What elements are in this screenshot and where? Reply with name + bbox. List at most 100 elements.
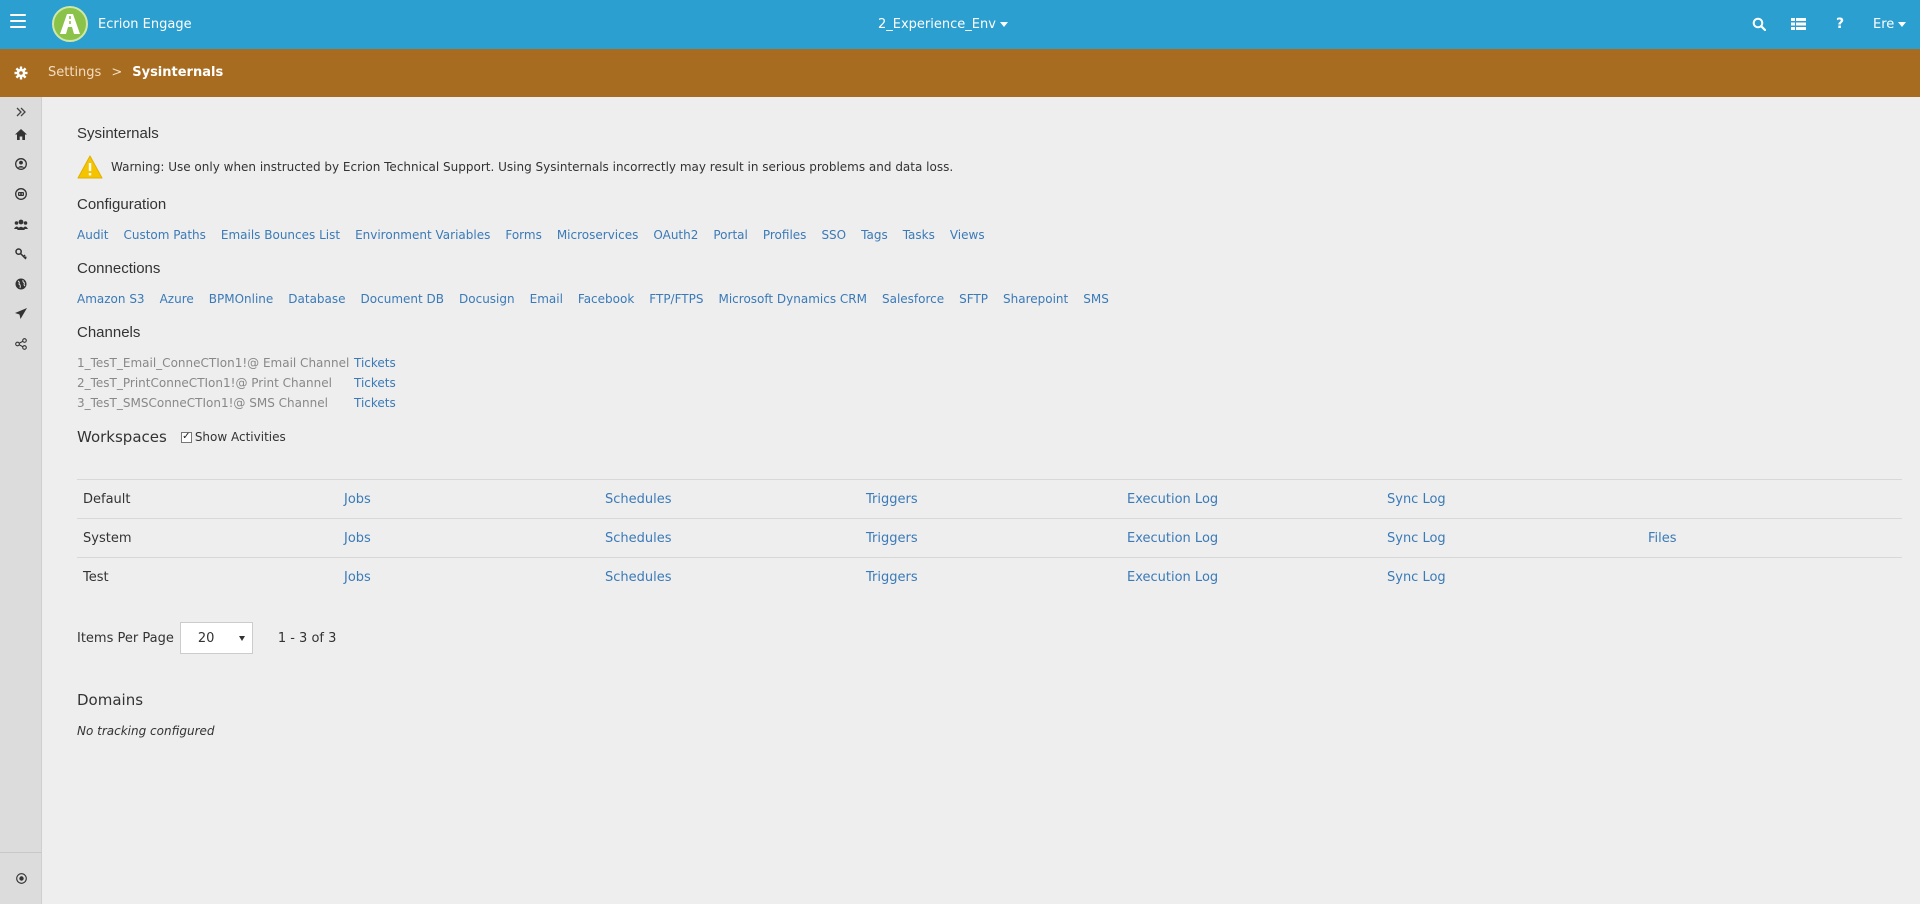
app-logo[interactable]	[52, 6, 88, 42]
connection-link-microsoft-dynamics-crm[interactable]: Microsoft Dynamics CRM	[718, 292, 866, 306]
breadcrumb-current: Sysinternals	[132, 65, 224, 80]
connection-link-amazon-s3[interactable]: Amazon S3	[77, 292, 145, 306]
show-activities-toggle[interactable]: ✓ Show Activities	[180, 430, 286, 444]
channels-title: Channels	[77, 324, 141, 341]
grid-icon[interactable]	[1788, 14, 1808, 34]
schedules-link[interactable]: Schedules	[605, 531, 672, 546]
config-link-microservices[interactable]: Microservices	[557, 228, 639, 242]
config-link-forms[interactable]: Forms	[505, 228, 541, 242]
config-link-sso[interactable]: SSO	[821, 228, 846, 242]
channel-name: 1_TesT_Email_ConneCTIon1!@ Email Channel	[77, 356, 350, 370]
warning-banner: Warning: Use only when instructed by Ecr…	[77, 154, 953, 180]
expand-icon[interactable]	[11, 102, 31, 122]
connections-links: Amazon S3 Azure BPMOnline Database Document …	[77, 292, 1124, 306]
warning-text: Warning: Use only when instructed by Ecr…	[111, 160, 954, 174]
robot-icon[interactable]	[11, 184, 31, 204]
connection-link-facebook[interactable]: Facebook	[578, 292, 634, 306]
share-icon[interactable]	[11, 334, 31, 354]
connection-link-sftp[interactable]: SFTP	[959, 292, 988, 306]
search-icon[interactable]	[1749, 14, 1769, 34]
config-link-views[interactable]: Views	[950, 228, 985, 242]
table-row: Default Jobs Schedules Triggers Executio…	[77, 480, 1902, 519]
connection-link-azure[interactable]: Azure	[160, 292, 194, 306]
connection-link-ftp-ftps[interactable]: FTP/FTPS	[649, 292, 703, 306]
items-per-page-select[interactable]: 20	[179, 622, 253, 654]
domains-empty-message: No tracking configured	[77, 724, 215, 738]
connection-link-database[interactable]: Database	[288, 292, 345, 306]
triggers-link[interactable]: Triggers	[866, 570, 918, 585]
config-link-environment-variables[interactable]: Environment Variables	[355, 228, 490, 242]
users-icon[interactable]	[11, 214, 31, 234]
connection-link-bpmonline[interactable]: BPMOnline	[209, 292, 274, 306]
gear-icon[interactable]	[12, 64, 30, 82]
channel-tickets-link[interactable]: Tickets	[354, 396, 396, 410]
sidebar	[0, 97, 42, 904]
config-link-profiles[interactable]: Profiles	[763, 228, 807, 242]
config-link-tags[interactable]: Tags	[861, 228, 888, 242]
workspace-name: Default	[83, 492, 131, 507]
configuration-title: Configuration	[77, 196, 167, 213]
menu-icon[interactable]	[10, 14, 26, 28]
table-row: System Jobs Schedules Triggers Execution…	[77, 519, 1902, 558]
channel-name: 2_TesT_PrintConneCTIon1!@ Print Channel	[77, 376, 332, 390]
schedules-link[interactable]: Schedules	[605, 492, 672, 507]
jobs-link[interactable]: Jobs	[344, 570, 371, 585]
jobs-link[interactable]: Jobs	[344, 531, 371, 546]
channel-tickets-link[interactable]: Tickets	[354, 356, 396, 370]
files-link[interactable]: Files	[1648, 531, 1677, 546]
page-title: Sysinternals	[77, 125, 159, 142]
workspaces-header: Workspaces ✓ Show Activities	[77, 428, 286, 446]
user-name: Ere	[1873, 17, 1895, 32]
channel-tickets-link[interactable]: Tickets	[354, 376, 396, 390]
connections-title: Connections	[77, 260, 161, 277]
execution-log-link[interactable]: Execution Log	[1127, 492, 1218, 507]
pagination: Items Per Page 20 1 - 3 of 3	[77, 622, 336, 654]
triggers-link[interactable]: Triggers	[866, 531, 918, 546]
items-per-page-label: Items Per Page	[77, 630, 174, 646]
connection-link-email[interactable]: Email	[530, 292, 563, 306]
sync-log-link[interactable]: Sync Log	[1387, 570, 1446, 585]
key-icon[interactable]	[11, 244, 31, 264]
connection-link-docusign[interactable]: Docusign	[459, 292, 515, 306]
config-link-audit[interactable]: Audit	[77, 228, 108, 242]
sync-log-link[interactable]: Sync Log	[1387, 531, 1446, 546]
user-menu[interactable]: Ere	[1873, 17, 1907, 32]
target-icon[interactable]	[11, 868, 31, 888]
globe-icon[interactable]	[11, 274, 31, 294]
chevron-down-icon	[238, 636, 245, 641]
config-link-emails-bounces-list[interactable]: Emails Bounces List	[221, 228, 340, 242]
home-icon[interactable]	[11, 124, 31, 144]
connection-link-sharepoint[interactable]: Sharepoint	[1003, 292, 1068, 306]
pagination-range: 1 - 3 of 3	[277, 630, 337, 646]
warning-icon	[77, 155, 103, 179]
sync-log-link[interactable]: Sync Log	[1387, 492, 1446, 507]
jobs-link[interactable]: Jobs	[344, 492, 371, 507]
connection-link-document-db[interactable]: Document DB	[361, 292, 444, 306]
workspaces-title: Workspaces	[77, 428, 167, 446]
config-link-oauth2[interactable]: OAuth2	[653, 228, 698, 242]
config-link-custom-paths[interactable]: Custom Paths	[123, 228, 205, 242]
connection-link-sms[interactable]: SMS	[1083, 292, 1109, 306]
configuration-links: Audit Custom Paths Emails Bounces List Envi…	[77, 228, 1000, 242]
config-link-tasks[interactable]: Tasks	[903, 228, 935, 242]
execution-log-link[interactable]: Execution Log	[1127, 531, 1218, 546]
environment-label: 2_Experience_Env	[878, 17, 996, 32]
channel-name: 3_TesT_SMSConneCTIon1!@ SMS Channel	[77, 396, 328, 410]
triggers-link[interactable]: Triggers	[866, 492, 918, 507]
breadcrumb-settings[interactable]: Settings	[48, 65, 101, 80]
connection-link-salesforce[interactable]: Salesforce	[882, 292, 944, 306]
workspace-name: Test	[83, 570, 109, 585]
config-link-portal[interactable]: Portal	[713, 228, 747, 242]
sidebar-footer	[0, 852, 42, 904]
execution-log-link[interactable]: Execution Log	[1127, 570, 1218, 585]
send-icon[interactable]	[11, 304, 31, 324]
show-activities-label: Show Activities	[194, 430, 286, 444]
environment-dropdown[interactable]: 2_Experience_Env	[878, 17, 1008, 32]
chevron-down-icon	[999, 22, 1008, 27]
workspace-name: System	[83, 531, 132, 546]
items-per-page-value: 20	[197, 631, 215, 646]
help-icon[interactable]: ?	[1830, 14, 1850, 34]
schedules-link[interactable]: Schedules	[605, 570, 672, 585]
show-activities-checkbox[interactable]: ✓	[180, 431, 192, 443]
user-icon[interactable]	[11, 154, 31, 174]
